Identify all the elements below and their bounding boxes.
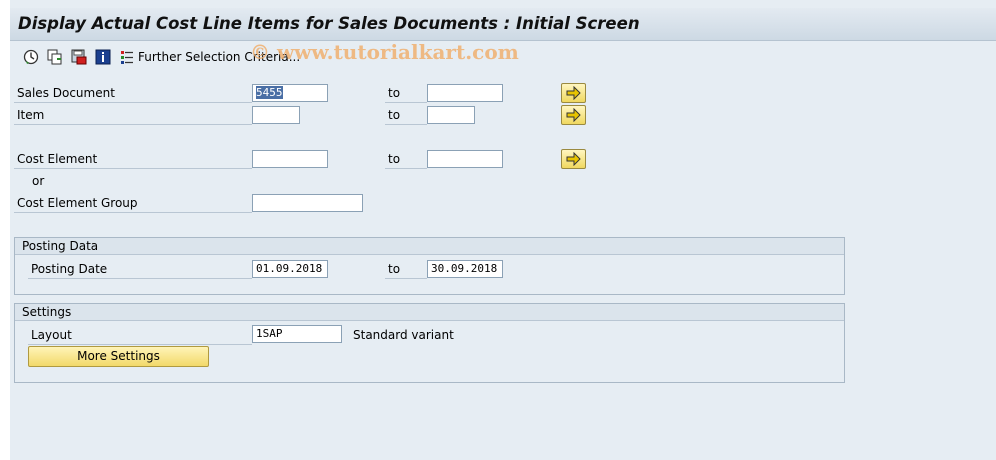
label-underline xyxy=(14,124,252,125)
watermark: © www.tutorialkart.com xyxy=(250,40,519,64)
label-underline xyxy=(385,168,427,169)
multiple-selection-item-button[interactable] xyxy=(561,105,586,125)
cost-element-to-field[interactable] xyxy=(427,150,503,168)
item-from-field[interactable] xyxy=(252,106,300,124)
label-underline xyxy=(385,102,427,103)
label-underline xyxy=(14,102,252,103)
save-variant-icon[interactable] xyxy=(70,48,88,66)
posting-data-title: Posting Data xyxy=(15,238,844,255)
layout-field[interactable]: 1SAP xyxy=(252,325,342,343)
arrow-right-icon xyxy=(566,108,581,122)
sales-document-to-field[interactable] xyxy=(427,84,503,102)
execute-icon[interactable] xyxy=(22,48,40,66)
posting-date-from-field[interactable]: 01.09.2018 xyxy=(252,260,328,278)
item-label: Item xyxy=(17,108,45,122)
info-icon[interactable] xyxy=(94,48,112,66)
cost-element-group-field[interactable] xyxy=(252,194,363,212)
label-underline xyxy=(28,344,252,345)
settings-title: Settings xyxy=(15,304,844,321)
page-title: Display Actual Cost Line Items for Sales… xyxy=(18,14,640,33)
more-settings-button[interactable]: More Settings xyxy=(28,346,209,367)
label-underline xyxy=(385,278,427,279)
item-to-field[interactable] xyxy=(427,106,475,124)
layout-description: Standard variant xyxy=(353,328,454,342)
label-underline xyxy=(14,168,252,169)
settings-group: Settings xyxy=(14,303,845,383)
arrow-right-icon xyxy=(566,86,581,100)
posting-date-to-field[interactable]: 30.09.2018 xyxy=(427,260,503,278)
multiple-selection-sales-document-button[interactable] xyxy=(561,83,586,103)
multiple-selection-cost-element-button[interactable] xyxy=(561,149,586,169)
cost-element-from-field[interactable] xyxy=(252,150,328,168)
label-underline xyxy=(385,124,427,125)
cost-element-label: Cost Element xyxy=(17,152,98,166)
sales-document-label: Sales Document xyxy=(17,86,115,100)
label-underline xyxy=(28,278,252,279)
or-label: or xyxy=(32,174,45,188)
arrow-right-icon xyxy=(566,152,581,166)
label-underline xyxy=(14,212,252,213)
cost-element-to-label: to xyxy=(388,152,401,166)
posting-date-label: Posting Date xyxy=(31,262,108,276)
copy-icon[interactable] xyxy=(46,48,64,66)
item-to-label: to xyxy=(388,108,401,122)
posting-date-to-label: to xyxy=(388,262,401,276)
sales-document-from-field[interactable]: 5455 xyxy=(252,84,328,102)
layout-label: Layout xyxy=(31,328,72,342)
selection-criteria-icon[interactable] xyxy=(118,48,136,66)
sales-document-to-label: to xyxy=(388,86,401,100)
cost-element-group-label: Cost Element Group xyxy=(17,196,138,210)
